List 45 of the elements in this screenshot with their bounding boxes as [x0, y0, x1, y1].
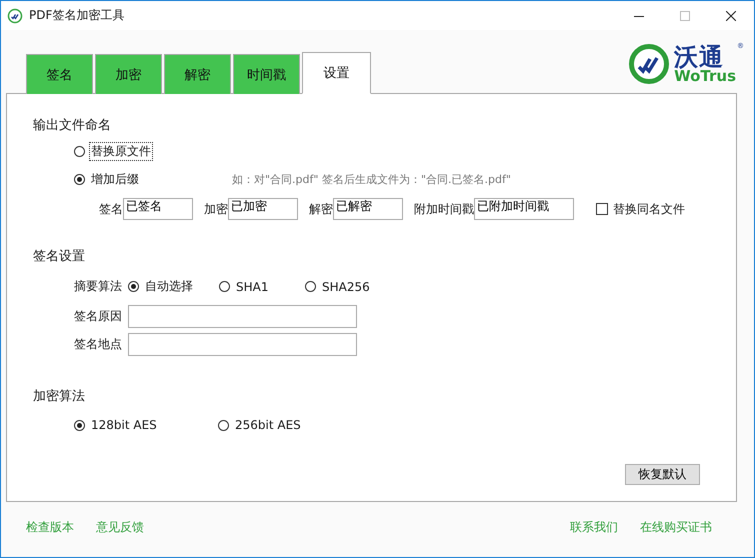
tab[interactable]: 设置 [302, 52, 371, 94]
tab[interactable]: 加密 [95, 54, 162, 94]
input-field[interactable] [128, 305, 357, 328]
hint-text: 如：对"合同.pdf" 签名后生成文件为："合同.已签名.pdf" [232, 172, 511, 187]
section-title: 签名设置 [33, 248, 85, 265]
tab[interactable]: 时间戳 [233, 54, 300, 94]
input-field[interactable]: 已附加时间戳 [474, 198, 574, 220]
close-icon[interactable] [726, 10, 736, 20]
window-title: PDF签名加密工具 [29, 7, 124, 24]
radio-button[interactable] [74, 420, 85, 430]
input-field[interactable]: 已加密 [228, 198, 298, 220]
radio-label[interactable]: 自动选择 [144, 278, 194, 295]
input-field[interactable]: 已签名 [123, 198, 193, 220]
app-icon [7, 8, 23, 24]
tab[interactable]: 签名 [26, 54, 93, 94]
radio-button[interactable] [305, 281, 316, 292]
field-label: 摘要算法 [74, 278, 122, 295]
radio-button[interactable] [218, 420, 229, 430]
radio-button[interactable] [74, 146, 85, 157]
radio-label[interactable]: 增加后缀 [90, 171, 140, 188]
radio-label[interactable]: SHA256 [321, 280, 371, 294]
input-field[interactable] [128, 333, 357, 356]
tab[interactable]: 解密 [164, 54, 231, 94]
radio-label[interactable]: SHA1 [235, 280, 270, 294]
field-label: 解密 [309, 200, 333, 218]
radio-label[interactable]: 128bit AES [90, 418, 158, 432]
radio-label[interactable]: 256bit AES [234, 418, 302, 432]
field-label: 签名原因 [74, 308, 122, 325]
logo-name: 沃通 [674, 44, 724, 68]
field-label: 加密 [204, 200, 228, 218]
field-label: 附加时间戳 [414, 200, 474, 218]
section-title: 输出文件命名 [33, 117, 111, 134]
logo-icon [628, 43, 670, 85]
radio-button[interactable] [128, 281, 139, 292]
checkbox[interactable] [596, 203, 608, 215]
radio-label[interactable]: 替换原文件 [90, 143, 152, 160]
input-field[interactable]: 已解密 [333, 198, 403, 220]
field-label: 签名 [99, 200, 123, 218]
section-title: 加密算法 [33, 388, 85, 405]
radio-button[interactable] [219, 281, 230, 292]
logo-wordmark: WoTrus [674, 68, 736, 84]
radio-button[interactable] [74, 174, 85, 185]
checkbox-label[interactable]: 替换同名文件 [613, 200, 685, 218]
field-label: 签名地点 [74, 336, 122, 353]
reset-button[interactable]: 恢复默认 [625, 464, 700, 485]
